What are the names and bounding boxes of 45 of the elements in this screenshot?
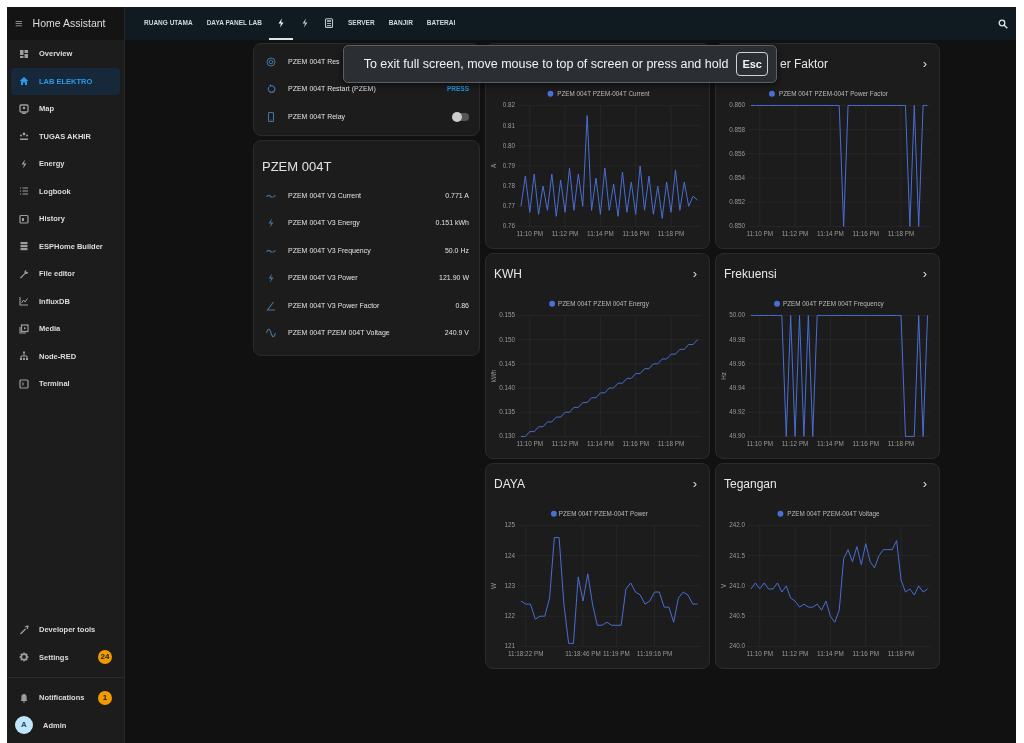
map-icon (19, 103, 29, 114)
lightning-icon (266, 218, 276, 229)
sine-wave-icon (266, 328, 276, 339)
line-chart-icon (19, 296, 29, 307)
chevron-button[interactable]: › (692, 264, 697, 284)
card-title: DAYA (494, 476, 525, 493)
lightning-icon (266, 273, 276, 284)
server-icon (19, 241, 29, 252)
user-avatar[interactable]: A (15, 716, 33, 735)
count-badge: 1 (98, 690, 112, 705)
dashboard-icon (19, 48, 29, 59)
toast-message: To exit full screen, move mouse to top of screen or press and hold (363, 55, 729, 73)
restart-icon (266, 84, 276, 95)
angle-icon (266, 300, 276, 311)
card-title: Frekuensi (724, 266, 777, 283)
card-title: PZEM 004T (261, 157, 333, 176)
calendar-icon (19, 213, 29, 224)
toggle-switch[interactable] (453, 112, 469, 121)
settings-icon (19, 652, 29, 663)
count-badge: 24 (98, 650, 112, 665)
home-icon (19, 76, 29, 87)
lightning-icon (300, 17, 310, 28)
chevron-button[interactable]: › (922, 54, 927, 74)
chevron-button[interactable]: › (692, 474, 697, 494)
app-title: Home Assistant (32, 15, 106, 31)
search-icon[interactable] (998, 18, 1008, 29)
card-title: er Faktor (780, 56, 828, 73)
target-icon (266, 56, 276, 67)
menu-button[interactable]: ≡ (15, 17, 23, 30)
chevron-button[interactable]: › (922, 474, 927, 494)
media-icon (19, 323, 29, 334)
phone-icon (266, 111, 276, 122)
group-icon (19, 131, 29, 142)
calculator-icon (324, 17, 334, 28)
terminal-icon (19, 378, 29, 389)
wrench-icon (19, 268, 29, 279)
list-icon (19, 186, 29, 197)
card-title: KWH (494, 266, 522, 283)
card-title: Tegangan (724, 476, 777, 493)
lightning-icon (276, 17, 286, 28)
bell-icon (19, 692, 29, 703)
lightning-icon (19, 158, 29, 169)
network-icon (19, 351, 29, 362)
key-cap: Esc (736, 51, 768, 77)
chevron-button[interactable]: › (922, 264, 927, 284)
